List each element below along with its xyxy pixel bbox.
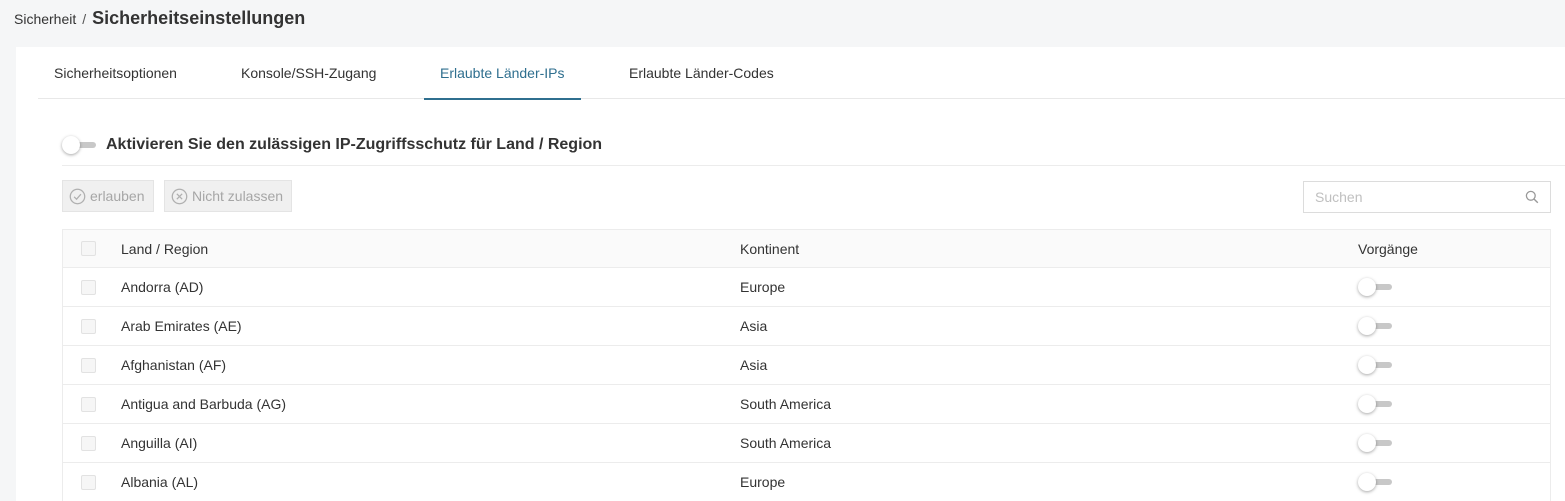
row-checkbox[interactable] bbox=[81, 280, 96, 295]
breadcrumb-separator: / bbox=[82, 11, 87, 27]
row-checkbox[interactable] bbox=[81, 319, 96, 334]
country-cell: Afghanistan (AF) bbox=[121, 357, 227, 373]
country-cell: Albania (AL) bbox=[121, 474, 199, 490]
row-checkbox[interactable] bbox=[81, 436, 96, 451]
row-toggle-switch[interactable] bbox=[1358, 356, 1392, 374]
country-cell: Andorra (AD) bbox=[121, 279, 204, 295]
column-header-continent: Kontinent bbox=[740, 240, 800, 257]
country-cell: Arab Emirates (AE) bbox=[121, 318, 242, 334]
table-row: Albania (AL) Europe bbox=[63, 463, 1550, 501]
allow-button[interactable]: erlauben bbox=[62, 180, 154, 212]
country-cell: Antigua and Barbuda (AG) bbox=[121, 396, 286, 412]
continent-cell: Asia bbox=[740, 318, 768, 334]
close-circle-icon bbox=[171, 188, 188, 204]
row-toggle-switch[interactable] bbox=[1358, 434, 1392, 452]
breadcrumb: Sicherheit / Sicherheitseinstellungen bbox=[14, 8, 305, 30]
row-checkbox[interactable] bbox=[81, 397, 96, 412]
table-row: Afghanistan (AF) Asia bbox=[63, 346, 1550, 385]
tab-bar: Sicherheitsoptionen Konsole/SSH-Zugang E… bbox=[38, 47, 1565, 100]
tab-console-ssh-access[interactable]: Konsole/SSH-Zugang bbox=[225, 47, 392, 99]
search-input[interactable] bbox=[1304, 182, 1550, 212]
country-table: Land / Region Kontinent Vorgänge Andorra… bbox=[62, 229, 1551, 501]
deny-button-label: Nicht zulassen bbox=[192, 188, 284, 204]
tab-allowed-country-ips[interactable]: Erlaubte Länder-IPs bbox=[424, 47, 581, 100]
check-circle-icon bbox=[69, 188, 86, 204]
breadcrumb-parent[interactable]: Sicherheit bbox=[14, 11, 76, 27]
row-checkbox[interactable] bbox=[81, 358, 96, 373]
tab-security-options[interactable]: Sicherheitsoptionen bbox=[38, 47, 193, 99]
country-cell: Anguilla (AI) bbox=[121, 435, 198, 451]
table-row: Andorra (AD) Europe bbox=[63, 268, 1550, 307]
table-row: Antigua and Barbuda (AG) South America bbox=[63, 385, 1550, 424]
table-row: Arab Emirates (AE) Asia bbox=[63, 307, 1550, 346]
allow-button-label: erlauben bbox=[90, 188, 145, 204]
column-header-operations: Vorgänge bbox=[1358, 240, 1418, 257]
section-divider bbox=[62, 165, 1565, 166]
protection-toggle-row: Aktivieren Sie den zulässigen IP-Zugriff… bbox=[62, 131, 602, 159]
continent-cell: Europe bbox=[740, 279, 786, 295]
toolbar: erlauben Nicht zulassen bbox=[62, 180, 1565, 214]
protection-toggle-switch[interactable] bbox=[62, 136, 96, 154]
row-toggle-switch[interactable] bbox=[1358, 395, 1392, 413]
settings-panel: Sicherheitsoptionen Konsole/SSH-Zugang E… bbox=[16, 47, 1565, 501]
row-toggle-switch[interactable] bbox=[1358, 317, 1392, 335]
row-toggle-switch[interactable] bbox=[1358, 278, 1392, 296]
table-row: Anguilla (AI) South America bbox=[63, 424, 1550, 463]
row-checkbox[interactable] bbox=[81, 475, 96, 490]
row-toggle-switch[interactable] bbox=[1358, 473, 1392, 491]
search-icon[interactable] bbox=[1525, 190, 1539, 204]
continent-cell: South America bbox=[740, 435, 832, 451]
page-title: Sicherheitseinstellungen bbox=[92, 8, 306, 28]
continent-cell: Europe bbox=[740, 474, 786, 490]
table-header: Land / Region Kontinent Vorgänge bbox=[63, 230, 1550, 268]
search-box bbox=[1303, 181, 1551, 213]
continent-cell: South America bbox=[740, 396, 832, 412]
deny-button[interactable]: Nicht zulassen bbox=[164, 180, 293, 212]
select-all-checkbox[interactable] bbox=[81, 241, 96, 256]
protection-toggle-label: Aktivieren Sie den zulässigen IP-Zugriff… bbox=[106, 136, 603, 153]
tab-allowed-country-codes[interactable]: Erlaubte Länder-Codes bbox=[613, 47, 790, 99]
continent-cell: Asia bbox=[740, 357, 768, 373]
column-header-country: Land / Region bbox=[121, 240, 209, 257]
